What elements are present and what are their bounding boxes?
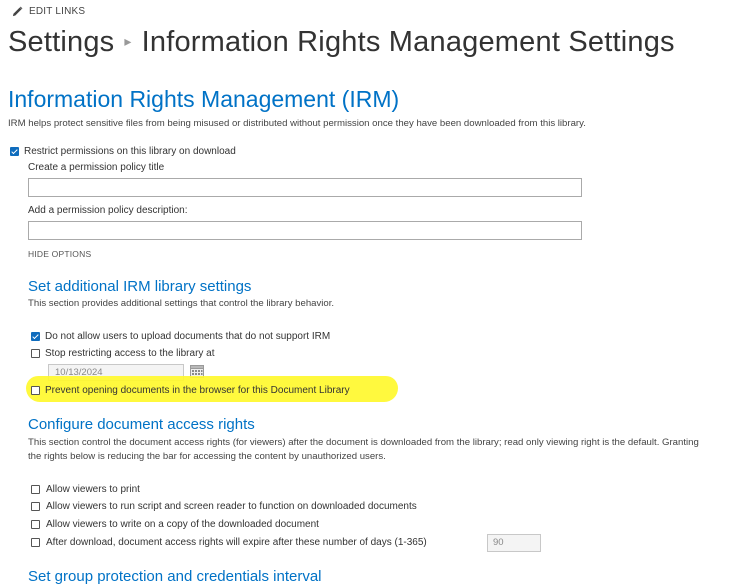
edit-links-button[interactable]: EDIT LINKS <box>12 6 85 17</box>
expire-rights-label: After download, document access rights w… <box>46 537 427 548</box>
breadcrumb-settings-link[interactable]: Settings <box>8 26 114 58</box>
prevent-browser-open-checkbox[interactable] <box>31 386 40 395</box>
expire-days-input[interactable]: 90 <box>487 534 541 552</box>
library-settings-title: Set additional IRM library settings <box>28 278 252 295</box>
allow-script-checkbox[interactable] <box>31 502 40 511</box>
allow-write-label: Allow viewers to write on a copy of the … <box>46 519 319 530</box>
page-title: Settings ▸ Information Rights Management S… <box>8 26 675 59</box>
breadcrumb-separator-icon: ▸ <box>124 32 132 49</box>
stop-restricting-label: Stop restricting access to the library a… <box>45 348 215 359</box>
policy-description-input[interactable] <box>28 221 582 240</box>
restrict-permissions-label: Restrict permissions on this library on … <box>24 146 236 157</box>
irm-section-description: IRM helps protect sensitive files from b… <box>8 118 586 129</box>
allow-print-label: Allow viewers to print <box>46 484 140 495</box>
group-protection-title: Set group protection and credentials int… <box>28 568 322 585</box>
prevent-browser-open-label: Prevent opening documents in the browser… <box>45 385 350 396</box>
page-title-text: Information Rights Management Settings <box>141 26 675 58</box>
allow-write-checkbox[interactable] <box>31 520 40 529</box>
no-upload-unsupported-label: Do not allow users to upload documents t… <box>45 331 331 342</box>
policy-title-label: Create a permission policy title <box>28 162 165 173</box>
policy-description-label: Add a permission policy description: <box>28 205 188 216</box>
edit-links-label: EDIT LINKS <box>29 6 86 17</box>
irm-section-title: Information Rights Management (IRM) <box>8 86 400 112</box>
policy-title-input[interactable] <box>28 178 582 197</box>
access-rights-title: Configure document access rights <box>28 416 255 433</box>
library-settings-description: This section provides additional setting… <box>28 298 335 309</box>
pencil-icon <box>12 6 23 17</box>
expire-rights-checkbox[interactable] <box>31 538 40 547</box>
allow-script-label: Allow viewers to run script and screen r… <box>46 501 417 512</box>
restrict-permissions-checkbox[interactable] <box>10 147 19 156</box>
hide-options-link[interactable]: HIDE OPTIONS <box>28 249 91 259</box>
no-upload-unsupported-checkbox[interactable] <box>31 332 40 341</box>
allow-print-checkbox[interactable] <box>31 485 40 494</box>
access-rights-description: This section control the document access… <box>28 437 699 462</box>
stop-restricting-checkbox[interactable] <box>31 349 40 358</box>
